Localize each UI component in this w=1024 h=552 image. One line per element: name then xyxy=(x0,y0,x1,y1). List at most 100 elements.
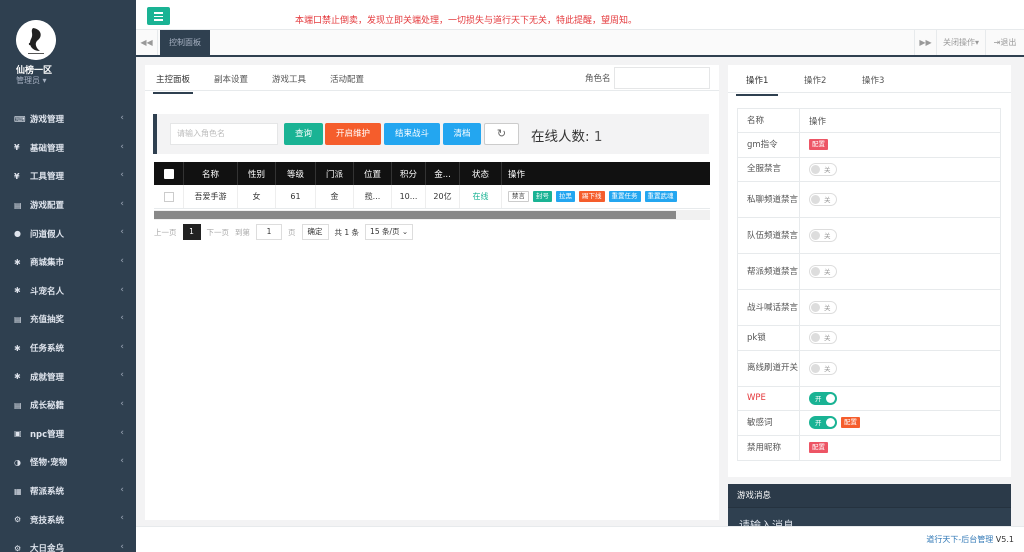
column-header: 性别 xyxy=(238,162,276,185)
operations-header: 名称 操作 xyxy=(738,109,1000,133)
sidebar-item-label: 帮派系统 xyxy=(30,487,65,498)
sidebar-item-1[interactable]: ¥ 基础管理 ‹ xyxy=(0,134,136,163)
sidebar-item-label: 基础管理 xyxy=(30,143,65,154)
toggle-switch[interactable]: 关 xyxy=(809,229,837,242)
sidebar-item-label: 成就管理 xyxy=(30,372,65,383)
chevron-left-icon: ‹ xyxy=(120,541,124,552)
sidebar-item-13[interactable]: ▦ 帮派系统 ‹ xyxy=(0,477,136,506)
operation-controls: 关 xyxy=(800,351,1000,386)
operation-row: 帮派频道禁言关 xyxy=(738,254,1000,290)
tab-operation-3[interactable]: 操作3 xyxy=(862,74,884,86)
sidebar-item-label: 怪物·宠物 xyxy=(30,458,68,469)
game-message-title: 游戏消息 xyxy=(728,484,1011,508)
chevron-down-icon: ⌄ xyxy=(401,227,409,236)
brand-link[interactable]: 道行天下-后台管理 xyxy=(926,535,993,544)
chevron-left-icon: ‹ xyxy=(120,341,124,352)
config-button[interactable]: 配置 xyxy=(841,417,860,429)
table-header: 名称 性别 等级 门派 位置 积分 金... 状态 操作 xyxy=(154,162,710,185)
next-page-button[interactable]: 下一页 xyxy=(207,227,230,238)
sidebar-item-9[interactable]: ✱ 成就管理 ‹ xyxy=(0,362,136,391)
sidebar-item-12[interactable]: ◑ 怪物·宠物 ‹ xyxy=(0,448,136,477)
sidebar-item-5[interactable]: ✱ 商城集市 ‹ xyxy=(0,248,136,277)
goto-page-input[interactable]: 1 xyxy=(256,224,282,240)
tab-operation-1[interactable]: 操作1 xyxy=(735,74,780,96)
tab-operation-2[interactable]: 操作2 xyxy=(804,74,826,86)
sidebar-item-3[interactable]: ▤ 游戏配置 ‹ xyxy=(0,191,136,220)
toggle-switch[interactable]: 开 xyxy=(809,416,837,430)
operation-name: 离线刷道开关 xyxy=(738,350,800,386)
user-icon: ● xyxy=(14,229,21,239)
operation-row: 私聊频道禁言关 xyxy=(738,182,1000,218)
refresh-button[interactable]: ↻ xyxy=(484,123,519,145)
toggle-switch[interactable]: 关 xyxy=(809,361,837,375)
tab-dungeon-settings[interactable]: 副本设置 xyxy=(214,73,248,85)
scrollbar-thumb[interactable] xyxy=(154,211,676,219)
table-row[interactable]: 吾爱手游女 61 金揽... 10... 20亿 在线 禁言 封号 拉黑 踢下线 重置任务 重置武魂 xyxy=(154,185,710,209)
action-button-3[interactable]: 踢下线 xyxy=(579,191,605,202)
menu-toggle-button[interactable] xyxy=(147,7,170,25)
prev-page-button[interactable]: 上一页 xyxy=(154,227,177,238)
sidebar-item-14[interactable]: ⚙ 竞技系统 ‹ xyxy=(0,505,136,534)
sidebar-item-label: 问道假人 xyxy=(30,229,65,240)
refresh-icon: ↻ xyxy=(496,127,507,140)
sidebar-item-8[interactable]: ✱ 任务系统 ‹ xyxy=(0,334,136,363)
sidebar-item-2[interactable]: ¥ 工具管理 ‹ xyxy=(0,162,136,191)
toggle-switch[interactable]: 关 xyxy=(809,193,837,206)
page-number-current[interactable]: 1 xyxy=(182,224,201,240)
select-all-checkbox[interactable] xyxy=(154,162,184,185)
sidebar-item-7[interactable]: ▤ 充值抽奖 ‹ xyxy=(0,305,136,334)
tab-game-tools[interactable]: 游戏工具 xyxy=(272,73,306,85)
end-battle-button[interactable]: 结束战斗 xyxy=(384,123,440,145)
toggle-switch[interactable]: 关 xyxy=(809,162,837,176)
sidebar-item-15[interactable]: ⚙ 大日金乌 ‹ xyxy=(0,534,136,552)
close-ops-dropdown[interactable]: 关闭操作▾ xyxy=(936,30,985,55)
operation-controls: 配置 xyxy=(800,436,1000,461)
row-checkbox[interactable] xyxy=(154,185,184,208)
action-button-1[interactable]: 封号 xyxy=(533,191,552,202)
chevron-left-icon: ‹ xyxy=(120,198,124,209)
column-header: 名称 xyxy=(184,162,238,185)
chevron-left-icon: ‹ xyxy=(120,284,124,295)
action-button-0[interactable]: 禁言 xyxy=(508,191,529,202)
sidebar-item-label: 商城集市 xyxy=(30,258,65,269)
sidebar-item-11[interactable]: ▣ npc管理 ‹ xyxy=(0,420,136,449)
sidebar-item-4[interactable]: ● 问道假人 ‹ xyxy=(0,219,136,248)
toggle-switch[interactable]: 关 xyxy=(809,265,837,278)
config-button[interactable]: 配置 xyxy=(809,442,828,454)
role-name-input[interactable] xyxy=(614,67,710,89)
tab-main-control[interactable]: 主控面板 xyxy=(152,73,194,94)
sidebar-item-6[interactable]: ✱ 斗宠名人 ‹ xyxy=(0,277,136,306)
tab-activity-config[interactable]: 活动配置 xyxy=(330,73,364,85)
action-button-4[interactable]: 重置任务 xyxy=(608,191,641,202)
goto-confirm-button[interactable]: 确定 xyxy=(301,224,329,240)
toggle-switch[interactable]: 关 xyxy=(809,331,837,345)
tabs-forward-icon[interactable]: ▶▶ xyxy=(914,30,936,55)
tabs-back-icon[interactable]: ◀◀ xyxy=(136,30,158,55)
action-button-5[interactable]: 重置武魂 xyxy=(644,191,677,202)
operations-table: 名称 操作 gm指令 配置 全服禁言关私聊频道禁言关队伍频道禁言关帮派频道禁言关战斗… xyxy=(737,108,1001,461)
gamepad-icon: ⌨ xyxy=(14,114,26,124)
toggle-switch[interactable]: 开 xyxy=(809,391,837,405)
operation-row: 全服禁言关 xyxy=(738,157,1000,182)
action-button-2[interactable]: 拉黑 xyxy=(556,191,575,202)
config-button[interactable]: 配置 xyxy=(809,139,828,151)
avatar[interactable] xyxy=(16,20,56,60)
toggle-switch[interactable]: 关 xyxy=(809,301,837,314)
tab-control-panel[interactable]: 控制面板 xyxy=(160,30,210,55)
query-button[interactable]: 查询 xyxy=(284,123,323,145)
user-role-dropdown[interactable]: 管理员 ▾ xyxy=(16,75,47,86)
per-page-select[interactable]: 15 条/页 ⌄ xyxy=(365,224,414,240)
logout-button[interactable]: ⇥退出 xyxy=(985,30,1024,55)
cell-status: 在线 xyxy=(460,185,502,208)
sidebar-item-label: 竞技系统 xyxy=(30,515,65,526)
cell-score: 10... xyxy=(392,185,426,208)
operation-controls: 关 xyxy=(800,254,1000,289)
table-scrollbar[interactable] xyxy=(154,210,710,220)
sidebar: 仙榜一区 管理员 ▾ ⌨ 游戏管理 ‹ ¥ 基础管理 ‹ ¥ 工具管理 ‹ ▤ 游戏配置 ‹ ● 问道假人… xyxy=(0,0,136,552)
sidebar-item-0[interactable]: ⌨ 游戏管理 ‹ xyxy=(0,105,136,134)
cell-gender: 女 xyxy=(238,185,276,208)
sidebar-item-10[interactable]: ▤ 成长秘籍 ‹ xyxy=(0,391,136,420)
clear-data-button[interactable]: 清档 xyxy=(443,123,481,145)
maintenance-button[interactable]: 开启维护 xyxy=(325,123,381,145)
search-input[interactable]: 请输入角色名 xyxy=(170,123,278,145)
